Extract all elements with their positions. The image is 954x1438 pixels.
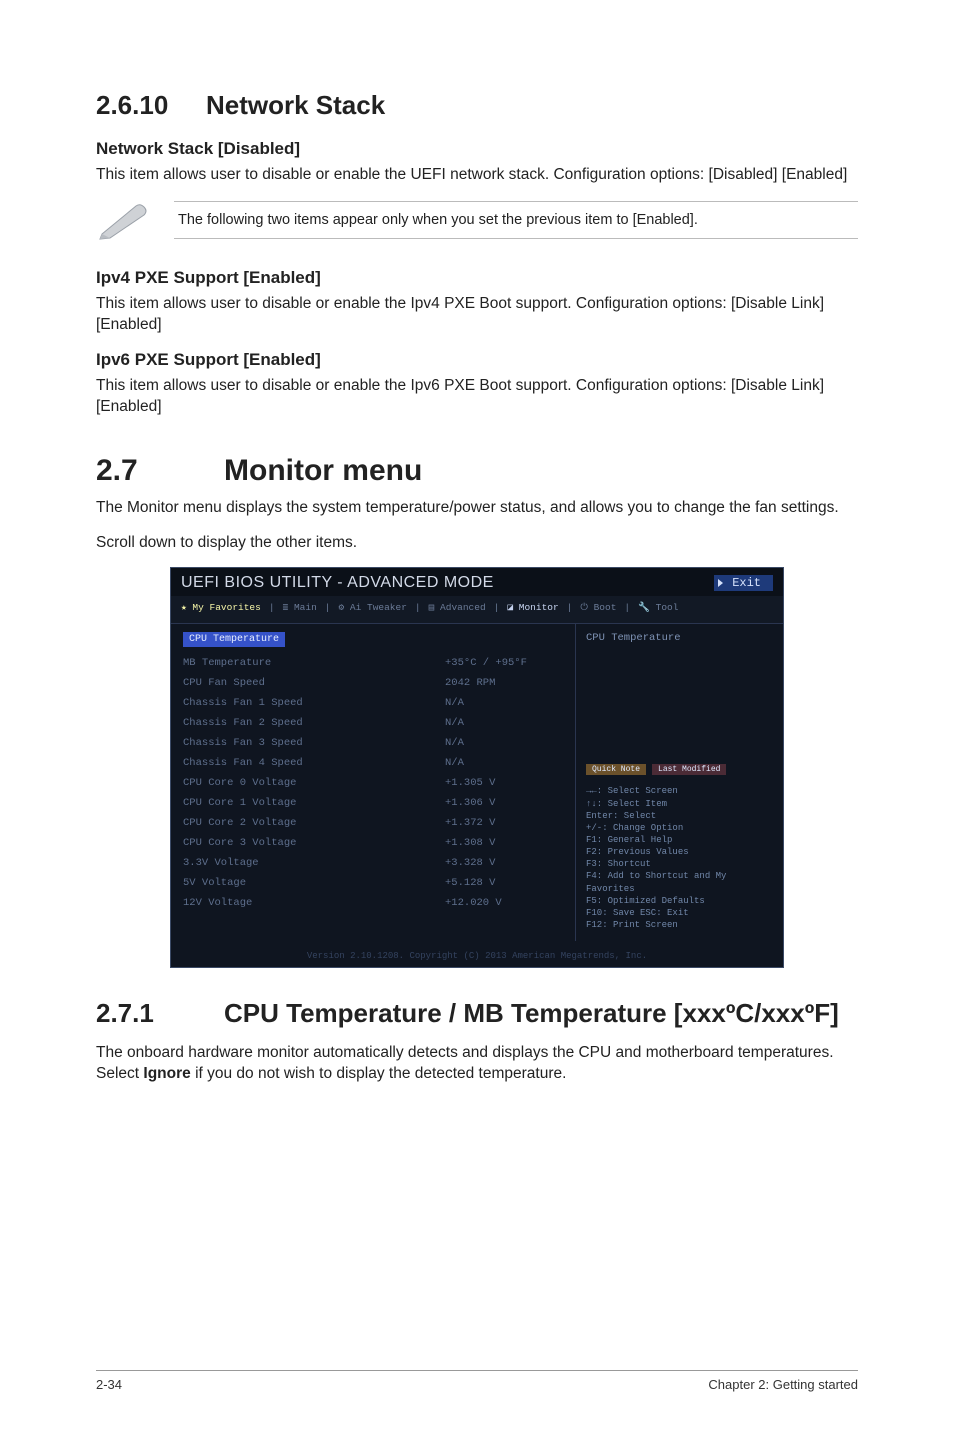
tab-ai-tweaker[interactable]: ⚙ Ai Tweaker xyxy=(338,602,406,613)
network-stack-body: This item allows user to disable or enab… xyxy=(96,165,858,186)
heading-2-7-1: 2.7.1CPU Temperature / MB Temperature [x… xyxy=(96,998,858,1029)
tab-tool[interactable]: 🔧 Tool xyxy=(638,602,678,613)
row-label: 5V Voltage xyxy=(183,877,246,889)
tab-main[interactable]: ≣ Main xyxy=(283,602,317,613)
heading-text: Monitor menu xyxy=(224,454,422,487)
table-row[interactable]: Chassis Fan 4 Speed N/A xyxy=(183,753,565,773)
row-label: CPU Fan Speed xyxy=(183,677,265,689)
bios-screenshot: UEFI BIOS UTILITY - ADVANCED MODE Exit ★… xyxy=(170,567,784,968)
tab-boot[interactable]: ⏻ Boot xyxy=(580,602,616,613)
bios-tabs: ★ My Favorites | ≣ Main | ⚙ Ai Tweaker |… xyxy=(171,596,783,624)
row-label: CPU Core 0 Voltage xyxy=(183,777,296,789)
row-value: N/A xyxy=(445,737,565,749)
quick-note-button[interactable]: Quick Note xyxy=(586,764,646,775)
bios-right-panel: CPU Temperature Quick Note Last Modified… xyxy=(575,624,783,941)
table-row[interactable]: CPU Core 1 Voltage +1.306 V xyxy=(183,793,565,813)
table-row[interactable]: Chassis Fan 1 Speed N/A xyxy=(183,693,565,713)
bios-main-area: CPU Temperature MB Temperature +35°C / +9… xyxy=(171,624,783,941)
table-row[interactable]: 12V Voltage +12.020 V xyxy=(183,893,565,913)
row-label: Chassis Fan 2 Speed xyxy=(183,717,303,729)
row-label: Chassis Fan 4 Speed xyxy=(183,757,303,769)
body-post: if you do not wish to display the detect… xyxy=(191,1065,567,1082)
row-value: +1.305 V xyxy=(445,777,565,789)
last-modified-button[interactable]: Last Modified xyxy=(652,764,726,775)
row-value: +3.328 V xyxy=(445,857,565,869)
row-value: +1.372 V xyxy=(445,817,565,829)
note-text: The following two items appear only when… xyxy=(174,201,858,239)
bios-titlebar: UEFI BIOS UTILITY - ADVANCED MODE Exit xyxy=(171,568,783,596)
table-row[interactable]: Chassis Fan 2 Speed N/A xyxy=(183,713,565,733)
row-value: 2042 RPM xyxy=(445,677,565,689)
table-row[interactable]: 5V Voltage +5.128 V xyxy=(183,873,565,893)
tab-advanced[interactable]: ▤ Advanced xyxy=(429,602,486,613)
row-label: CPU Core 3 Voltage xyxy=(183,837,296,849)
tab-monitor[interactable]: ◪ Monitor xyxy=(507,602,558,613)
table-row[interactable]: MB Temperature +35°C / +95°F xyxy=(183,653,565,673)
row-label: 3.3V Voltage xyxy=(183,857,259,869)
ipv4-body: This item allows user to disable or enab… xyxy=(96,294,858,336)
heading-number: 2.7 xyxy=(96,454,224,488)
note-callout: The following two items appear only when… xyxy=(96,200,858,240)
table-row[interactable]: Chassis Fan 3 Speed N/A xyxy=(183,733,565,753)
page-number: 2-34 xyxy=(96,1377,122,1392)
quicknote-row: Quick Note Last Modified xyxy=(586,764,775,775)
table-row[interactable]: CPU Core 3 Voltage +1.308 V xyxy=(183,833,565,853)
heading-number: 2.7.1 xyxy=(96,998,224,1029)
ipv6-subhead: Ipv6 PXE Support [Enabled] xyxy=(96,350,858,370)
row-value: +35°C / +95°F xyxy=(445,657,565,669)
body-bold: Ignore xyxy=(143,1065,190,1082)
row-value: N/A xyxy=(445,717,565,729)
section-2-7-1-body: The onboard hardware monitor automatical… xyxy=(96,1043,858,1085)
bios-help-text: →←: Select Screen ↑↓: Select Item Enter:… xyxy=(586,785,775,931)
monitor-intro-1: The Monitor menu displays the system tem… xyxy=(96,498,858,519)
table-row[interactable]: CPU Core 2 Voltage +1.372 V xyxy=(183,813,565,833)
heading-2-6-10: 2.6.10Network Stack xyxy=(96,90,858,121)
network-stack-subhead: Network Stack [Disabled] xyxy=(96,139,858,159)
row-label: CPU Core 2 Voltage xyxy=(183,817,296,829)
tab-favorites[interactable]: ★ My Favorites xyxy=(181,602,261,613)
ipv4-subhead: Ipv4 PXE Support [Enabled] xyxy=(96,268,858,288)
row-label: Chassis Fan 1 Speed xyxy=(183,697,303,709)
bios-exit-button[interactable]: Exit xyxy=(714,575,773,591)
note-pen-icon xyxy=(96,200,150,240)
chapter-label: Chapter 2: Getting started xyxy=(708,1377,858,1392)
bios-left-panel: CPU Temperature MB Temperature +35°C / +9… xyxy=(171,624,575,941)
row-value: +12.020 V xyxy=(445,897,565,909)
row-label: Chassis Fan 3 Speed xyxy=(183,737,303,749)
ipv6-body: This item allows user to disable or enab… xyxy=(96,376,858,418)
row-value: +1.306 V xyxy=(445,797,565,809)
heading-text: CPU Temperature / MB Temperature [xxxºC/… xyxy=(224,998,839,1028)
bios-window-title: UEFI BIOS UTILITY - ADVANCED MODE xyxy=(181,574,494,592)
row-value: +1.308 V xyxy=(445,837,565,849)
row-label: CPU Core 1 Voltage xyxy=(183,797,296,809)
heading-text: Network Stack xyxy=(206,90,385,120)
row-value: N/A xyxy=(445,697,565,709)
table-row[interactable]: CPU Fan Speed 2042 RPM xyxy=(183,673,565,693)
heading-2-7: 2.7Monitor menu xyxy=(96,454,858,488)
heading-number: 2.6.10 xyxy=(96,90,206,121)
row-value: N/A xyxy=(445,757,565,769)
bios-right-header: CPU Temperature xyxy=(586,632,775,644)
bios-version-text: Version 2.10.1208. Copyright (C) 2013 Am… xyxy=(171,941,783,967)
table-row[interactable]: CPU Core 0 Voltage +1.305 V xyxy=(183,773,565,793)
bios-selected-row[interactable]: CPU Temperature xyxy=(183,632,285,647)
row-value: +5.128 V xyxy=(445,877,565,889)
page-footer: 2-34 Chapter 2: Getting started xyxy=(96,1370,858,1392)
monitor-intro-2: Scroll down to display the other items. xyxy=(96,533,858,554)
row-label: 12V Voltage xyxy=(183,897,252,909)
table-row[interactable]: 3.3V Voltage +3.328 V xyxy=(183,853,565,873)
row-label: MB Temperature xyxy=(183,657,271,669)
